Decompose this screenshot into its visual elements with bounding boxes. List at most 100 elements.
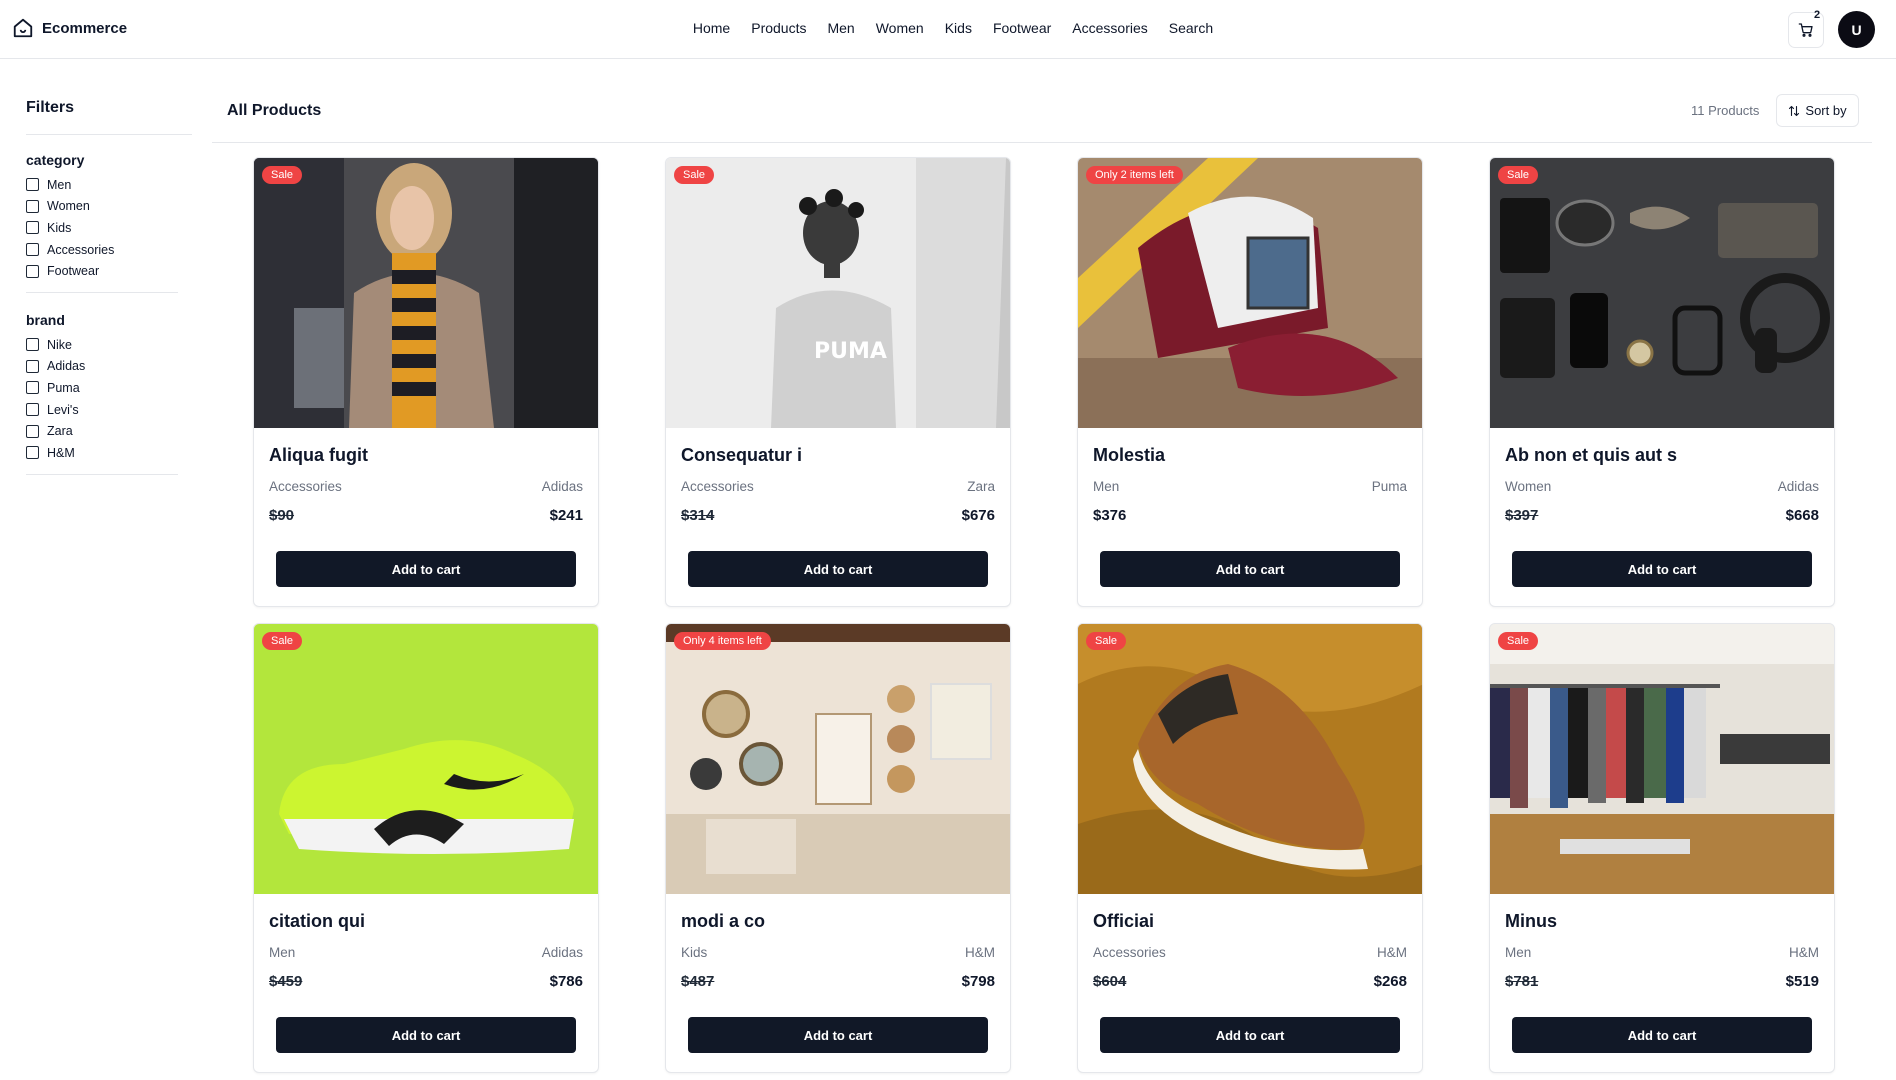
filter-group-brand: brand Nike Adidas Puma Levi's Zara H&M [26, 312, 178, 475]
product-price: $668 [1785, 507, 1819, 524]
girl-hoodie-photo: PUMA [666, 158, 1010, 428]
product-card[interactable]: Only 2 items left Molestia Men Puma $376… [1077, 157, 1423, 607]
product-name[interactable]: Consequatur i [681, 445, 802, 466]
nav-footwear[interactable]: Footwear [993, 20, 1051, 36]
add-to-cart-button[interactable]: Add to cart [1512, 551, 1812, 587]
cart-count-badge: 2 [1814, 9, 1821, 21]
product-name[interactable]: Minus [1505, 911, 1557, 932]
flatlay-photo [1490, 158, 1834, 428]
product-image[interactable]: PUMA Sale [666, 158, 1010, 428]
add-to-cart-button[interactable]: Add to cart [1100, 1017, 1400, 1053]
product-name[interactable]: Ab non et quis aut s [1505, 445, 1677, 466]
product-category: Men [269, 945, 296, 960]
product-price: $786 [549, 973, 583, 990]
product-card[interactable]: PUMA Sale Consequatur i Accessories Zara… [665, 157, 1011, 607]
option-label: Zara [47, 424, 73, 439]
option-label: Men [47, 177, 72, 192]
product-brand: Adidas [541, 479, 583, 494]
checkbox[interactable] [26, 359, 39, 373]
product-image[interactable]: Only 4 items left [666, 624, 1010, 894]
filter-option-footwear[interactable]: Footwear [26, 260, 178, 282]
filter-group-category: category Men Women Kids Accessories Foot… [26, 152, 178, 293]
product-category: Accessories [1093, 945, 1166, 960]
add-to-cart-button[interactable]: Add to cart [688, 551, 988, 587]
sneaker-photo [254, 624, 598, 894]
option-label: H&M [47, 445, 75, 460]
filter-option-women[interactable]: Women [26, 196, 178, 218]
add-to-cart-button[interactable]: Add to cart [1100, 551, 1400, 587]
nav-women[interactable]: Women [876, 20, 924, 36]
checkbox[interactable] [26, 446, 39, 460]
main-nav: Home Products Men Women Kids Footwear Ac… [0, 20, 1896, 36]
nav-kids[interactable]: Kids [945, 20, 972, 36]
product-image[interactable]: Sale [1078, 624, 1422, 894]
product-card[interactable]: Sale citation qui Men Adidas $459 $786 A… [253, 623, 599, 1073]
add-to-cart-button[interactable]: Add to cart [276, 1017, 576, 1053]
checkbox[interactable] [26, 424, 39, 438]
checkbox[interactable] [26, 338, 39, 352]
filter-option-hm[interactable]: H&M [26, 442, 178, 464]
stock-badge: Only 2 items left [1086, 166, 1183, 184]
filter-option-nike[interactable]: Nike [26, 334, 178, 356]
filter-group-title: brand [26, 312, 65, 328]
product-brand: Adidas [1777, 479, 1819, 494]
original-price: $604 [1093, 973, 1127, 990]
product-image[interactable]: Sale [1490, 158, 1834, 428]
add-to-cart-button[interactable]: Add to cart [688, 1017, 988, 1053]
checkbox[interactable] [26, 381, 39, 395]
checkbox[interactable] [26, 403, 39, 417]
filter-option-men[interactable]: Men [26, 174, 178, 196]
product-card[interactable]: Sale Ab non et quis aut s Women Adidas $… [1489, 157, 1835, 607]
product-image[interactable]: Sale [254, 158, 598, 428]
sale-badge: Sale [674, 166, 715, 184]
option-label: Footwear [47, 264, 100, 279]
product-brand: H&M [1789, 945, 1819, 960]
checkbox[interactable] [26, 199, 39, 213]
product-price: $798 [961, 973, 995, 990]
option-label: Nike [47, 337, 73, 352]
add-to-cart-button[interactable]: Add to cart [1512, 1017, 1812, 1053]
original-price: $397 [1505, 507, 1539, 524]
checkbox[interactable] [26, 178, 39, 192]
avatar[interactable]: U [1838, 11, 1875, 48]
filter-option-puma[interactable]: Puma [26, 377, 178, 399]
filter-option-kids[interactable]: Kids [26, 217, 178, 239]
add-to-cart-button[interactable]: Add to cart [276, 551, 576, 587]
filter-group-title: category [26, 152, 85, 168]
product-name[interactable]: Molestia [1093, 445, 1165, 466]
sale-badge: Sale [262, 632, 303, 650]
filter-option-accessories[interactable]: Accessories [26, 239, 178, 261]
product-card[interactable]: Sale Officiai Accessories H&M $604 $268 … [1077, 623, 1423, 1073]
nav-men[interactable]: Men [827, 20, 854, 36]
sort-arrows-icon [1789, 105, 1800, 116]
nav-search[interactable]: Search [1169, 20, 1213, 36]
sale-badge: Sale [262, 166, 303, 184]
original-price: $90 [269, 507, 295, 524]
nav-home[interactable]: Home [693, 20, 730, 36]
product-name[interactable]: citation qui [269, 911, 365, 932]
product-image[interactable]: Sale [1490, 624, 1834, 894]
product-name[interactable]: Officiai [1093, 911, 1154, 932]
product-card[interactable]: Sale Minus Men H&M $781 $519 Add to cart [1489, 623, 1835, 1073]
product-card[interactable]: Sale Aliqua fugit Accessories Adidas $90… [253, 157, 599, 607]
checkbox[interactable] [26, 243, 39, 257]
nav-accessories[interactable]: Accessories [1072, 20, 1147, 36]
filter-option-levis[interactable]: Levi's [26, 399, 178, 421]
nav-products[interactable]: Products [751, 20, 806, 36]
sort-label: Sort by [1805, 103, 1847, 118]
filter-option-zara[interactable]: Zara [26, 420, 178, 442]
brown-sneaker-photo [1078, 624, 1422, 894]
product-card[interactable]: Only 4 items left modi a co Kids H&M $48… [665, 623, 1011, 1073]
product-image[interactable]: Sale [254, 624, 598, 894]
product-name[interactable]: modi a co [681, 911, 765, 932]
product-category: Accessories [269, 479, 342, 494]
checkbox[interactable] [26, 221, 39, 235]
sort-button[interactable]: Sort by [1776, 94, 1859, 127]
filter-option-adidas[interactable]: Adidas [26, 356, 178, 378]
product-name[interactable]: Aliqua fugit [269, 445, 368, 466]
product-category: Accessories [681, 479, 754, 494]
product-image[interactable]: Only 2 items left [1078, 158, 1422, 428]
checkbox[interactable] [26, 264, 39, 278]
option-label: Accessories [47, 242, 115, 257]
cap-photo [1078, 158, 1422, 428]
